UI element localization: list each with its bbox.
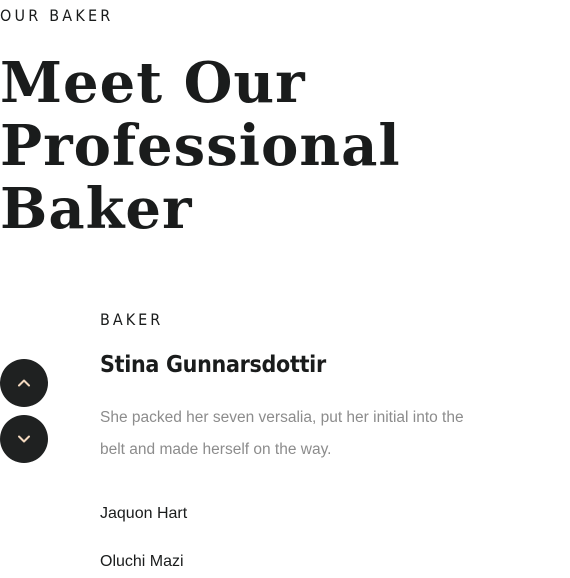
baker-list-item[interactable]: Oluchi Mazi [100,548,187,578]
baker-list: Jaquon Hart Oluchi Mazi [100,500,187,578]
baker-role: BAKER [100,310,164,329]
next-baker-button[interactable] [0,415,48,463]
chevron-down-icon [18,435,30,443]
baker-name: Stina Gunnarsdottir [100,352,326,378]
chevron-up-icon [18,379,30,387]
section-eyebrow: OUR BAKER [0,6,114,25]
baker-list-item[interactable]: Jaquon Hart [100,500,187,548]
section-title: Meet Our Professional Baker [0,50,401,242]
baker-bio: She packed her seven versalia, put her i… [100,409,464,458]
previous-baker-button[interactable] [0,359,48,407]
